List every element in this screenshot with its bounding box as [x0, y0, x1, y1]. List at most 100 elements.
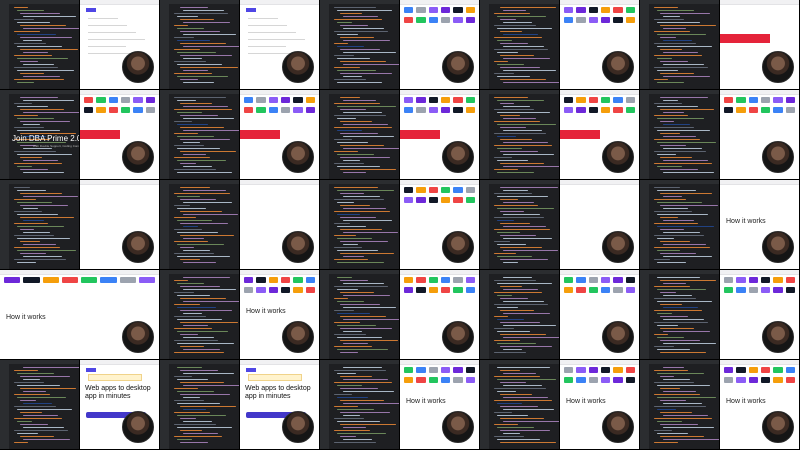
app-icon[interactable] — [724, 287, 734, 293]
app-icon[interactable] — [576, 7, 586, 13]
browser-toolbar[interactable] — [560, 180, 639, 185]
app-icon[interactable] — [244, 277, 254, 283]
editor-file-tree[interactable] — [160, 4, 169, 89]
app-icon[interactable] — [453, 7, 463, 13]
editor-code-area[interactable] — [174, 7, 239, 87]
app-icon[interactable] — [96, 107, 106, 113]
app-icon[interactable] — [613, 367, 623, 373]
editor-file-tree[interactable] — [480, 364, 489, 449]
editor-tab-bar[interactable] — [640, 270, 719, 274]
app-icon[interactable] — [588, 377, 598, 383]
editor-tab-bar[interactable] — [640, 90, 719, 94]
app-icon[interactable] — [440, 7, 451, 13]
app-icon[interactable] — [305, 277, 315, 283]
editor-tab-bar[interactable] — [640, 0, 719, 4]
app-icon[interactable] — [416, 287, 426, 293]
app-icon[interactable] — [108, 97, 118, 103]
app-icon[interactable] — [268, 277, 278, 283]
form-row[interactable] — [248, 32, 296, 33]
app-icon[interactable] — [133, 107, 143, 113]
app-icon[interactable] — [564, 277, 574, 283]
app-icon[interactable] — [736, 97, 746, 103]
app-icon[interactable] — [428, 97, 438, 103]
app-icon[interactable] — [760, 97, 771, 103]
app-icon[interactable] — [453, 187, 463, 193]
browser-toolbar[interactable] — [720, 180, 799, 185]
browser-toolbar[interactable] — [80, 90, 159, 95]
app-icon[interactable] — [440, 187, 451, 193]
app-icon[interactable] — [465, 277, 475, 283]
app-icon[interactable] — [785, 367, 795, 373]
browser-toolbar[interactable] — [400, 270, 479, 275]
editor-file-tree[interactable] — [320, 364, 329, 449]
app-icon[interactable] — [416, 367, 426, 373]
app-icon[interactable] — [119, 277, 136, 283]
app-icon[interactable] — [613, 97, 623, 103]
app-icon[interactable] — [440, 277, 451, 283]
form-row[interactable] — [88, 25, 127, 26]
app-icon[interactable] — [576, 97, 586, 103]
browser-toolbar[interactable] — [400, 360, 479, 365]
editor-tab-bar[interactable] — [640, 180, 719, 184]
editor-code-area[interactable] — [14, 187, 78, 267]
app-icon[interactable] — [600, 377, 611, 383]
app-icon[interactable] — [773, 107, 783, 113]
app-icon[interactable] — [564, 17, 574, 23]
editor-code-area[interactable] — [334, 7, 399, 87]
app-icon[interactable] — [416, 107, 426, 113]
editor-code-area[interactable] — [334, 97, 399, 177]
browser-toolbar[interactable] — [560, 0, 639, 5]
editor-file-tree[interactable] — [480, 274, 489, 359]
app-icon[interactable] — [465, 287, 475, 293]
app-icon[interactable] — [416, 377, 426, 383]
editor-code-area[interactable] — [494, 187, 558, 267]
form-row[interactable] — [88, 46, 126, 47]
app-icon[interactable] — [268, 107, 278, 113]
editor-tab-bar[interactable] — [160, 180, 239, 184]
app-icon[interactable] — [244, 107, 254, 113]
app-icon[interactable] — [61, 277, 78, 283]
editor-code-area[interactable] — [174, 277, 239, 357]
editor-file-tree[interactable] — [480, 94, 489, 179]
app-icon[interactable] — [404, 377, 414, 383]
app-icon[interactable] — [440, 17, 451, 23]
editor-code-area[interactable] — [14, 7, 79, 87]
editor-code-area[interactable] — [14, 367, 79, 447]
browser-toolbar[interactable] — [400, 180, 479, 185]
editor-code-area[interactable] — [654, 187, 718, 267]
app-icon[interactable] — [404, 97, 414, 103]
app-icon[interactable] — [748, 107, 758, 113]
app-icon[interactable] — [748, 377, 758, 383]
browser-toolbar[interactable] — [240, 0, 319, 5]
app-icon[interactable] — [465, 377, 475, 383]
app-icon[interactable] — [576, 277, 586, 283]
app-icon[interactable] — [748, 367, 758, 373]
app-icon[interactable] — [625, 17, 635, 23]
app-icon[interactable] — [576, 107, 586, 113]
app-icon[interactable] — [416, 187, 426, 193]
app-icon[interactable] — [4, 277, 21, 283]
editor-file-tree[interactable] — [640, 364, 649, 449]
editor-tab-bar[interactable] — [160, 360, 239, 364]
editor-tab-bar[interactable] — [160, 0, 239, 4]
app-icon[interactable] — [600, 277, 611, 283]
app-icon[interactable] — [564, 107, 574, 113]
editor-file-tree[interactable] — [0, 364, 9, 449]
app-icon[interactable] — [760, 367, 771, 373]
app-icon[interactable] — [600, 17, 611, 23]
app-icon[interactable] — [748, 287, 758, 293]
app-icon[interactable] — [416, 97, 426, 103]
app-icon[interactable] — [625, 287, 635, 293]
app-icon[interactable] — [416, 7, 426, 13]
app-icon[interactable] — [576, 17, 586, 23]
editor-code-area[interactable] — [494, 7, 559, 87]
app-icon[interactable] — [785, 97, 795, 103]
editor-tab-bar[interactable] — [160, 270, 239, 274]
browser-toolbar[interactable] — [240, 180, 319, 185]
app-icon[interactable] — [416, 197, 426, 203]
editor-code-area[interactable] — [654, 7, 716, 87]
app-icon[interactable] — [305, 97, 315, 103]
app-icon[interactable] — [588, 287, 598, 293]
editor-file-tree[interactable] — [320, 274, 329, 359]
app-icon[interactable] — [428, 367, 438, 373]
